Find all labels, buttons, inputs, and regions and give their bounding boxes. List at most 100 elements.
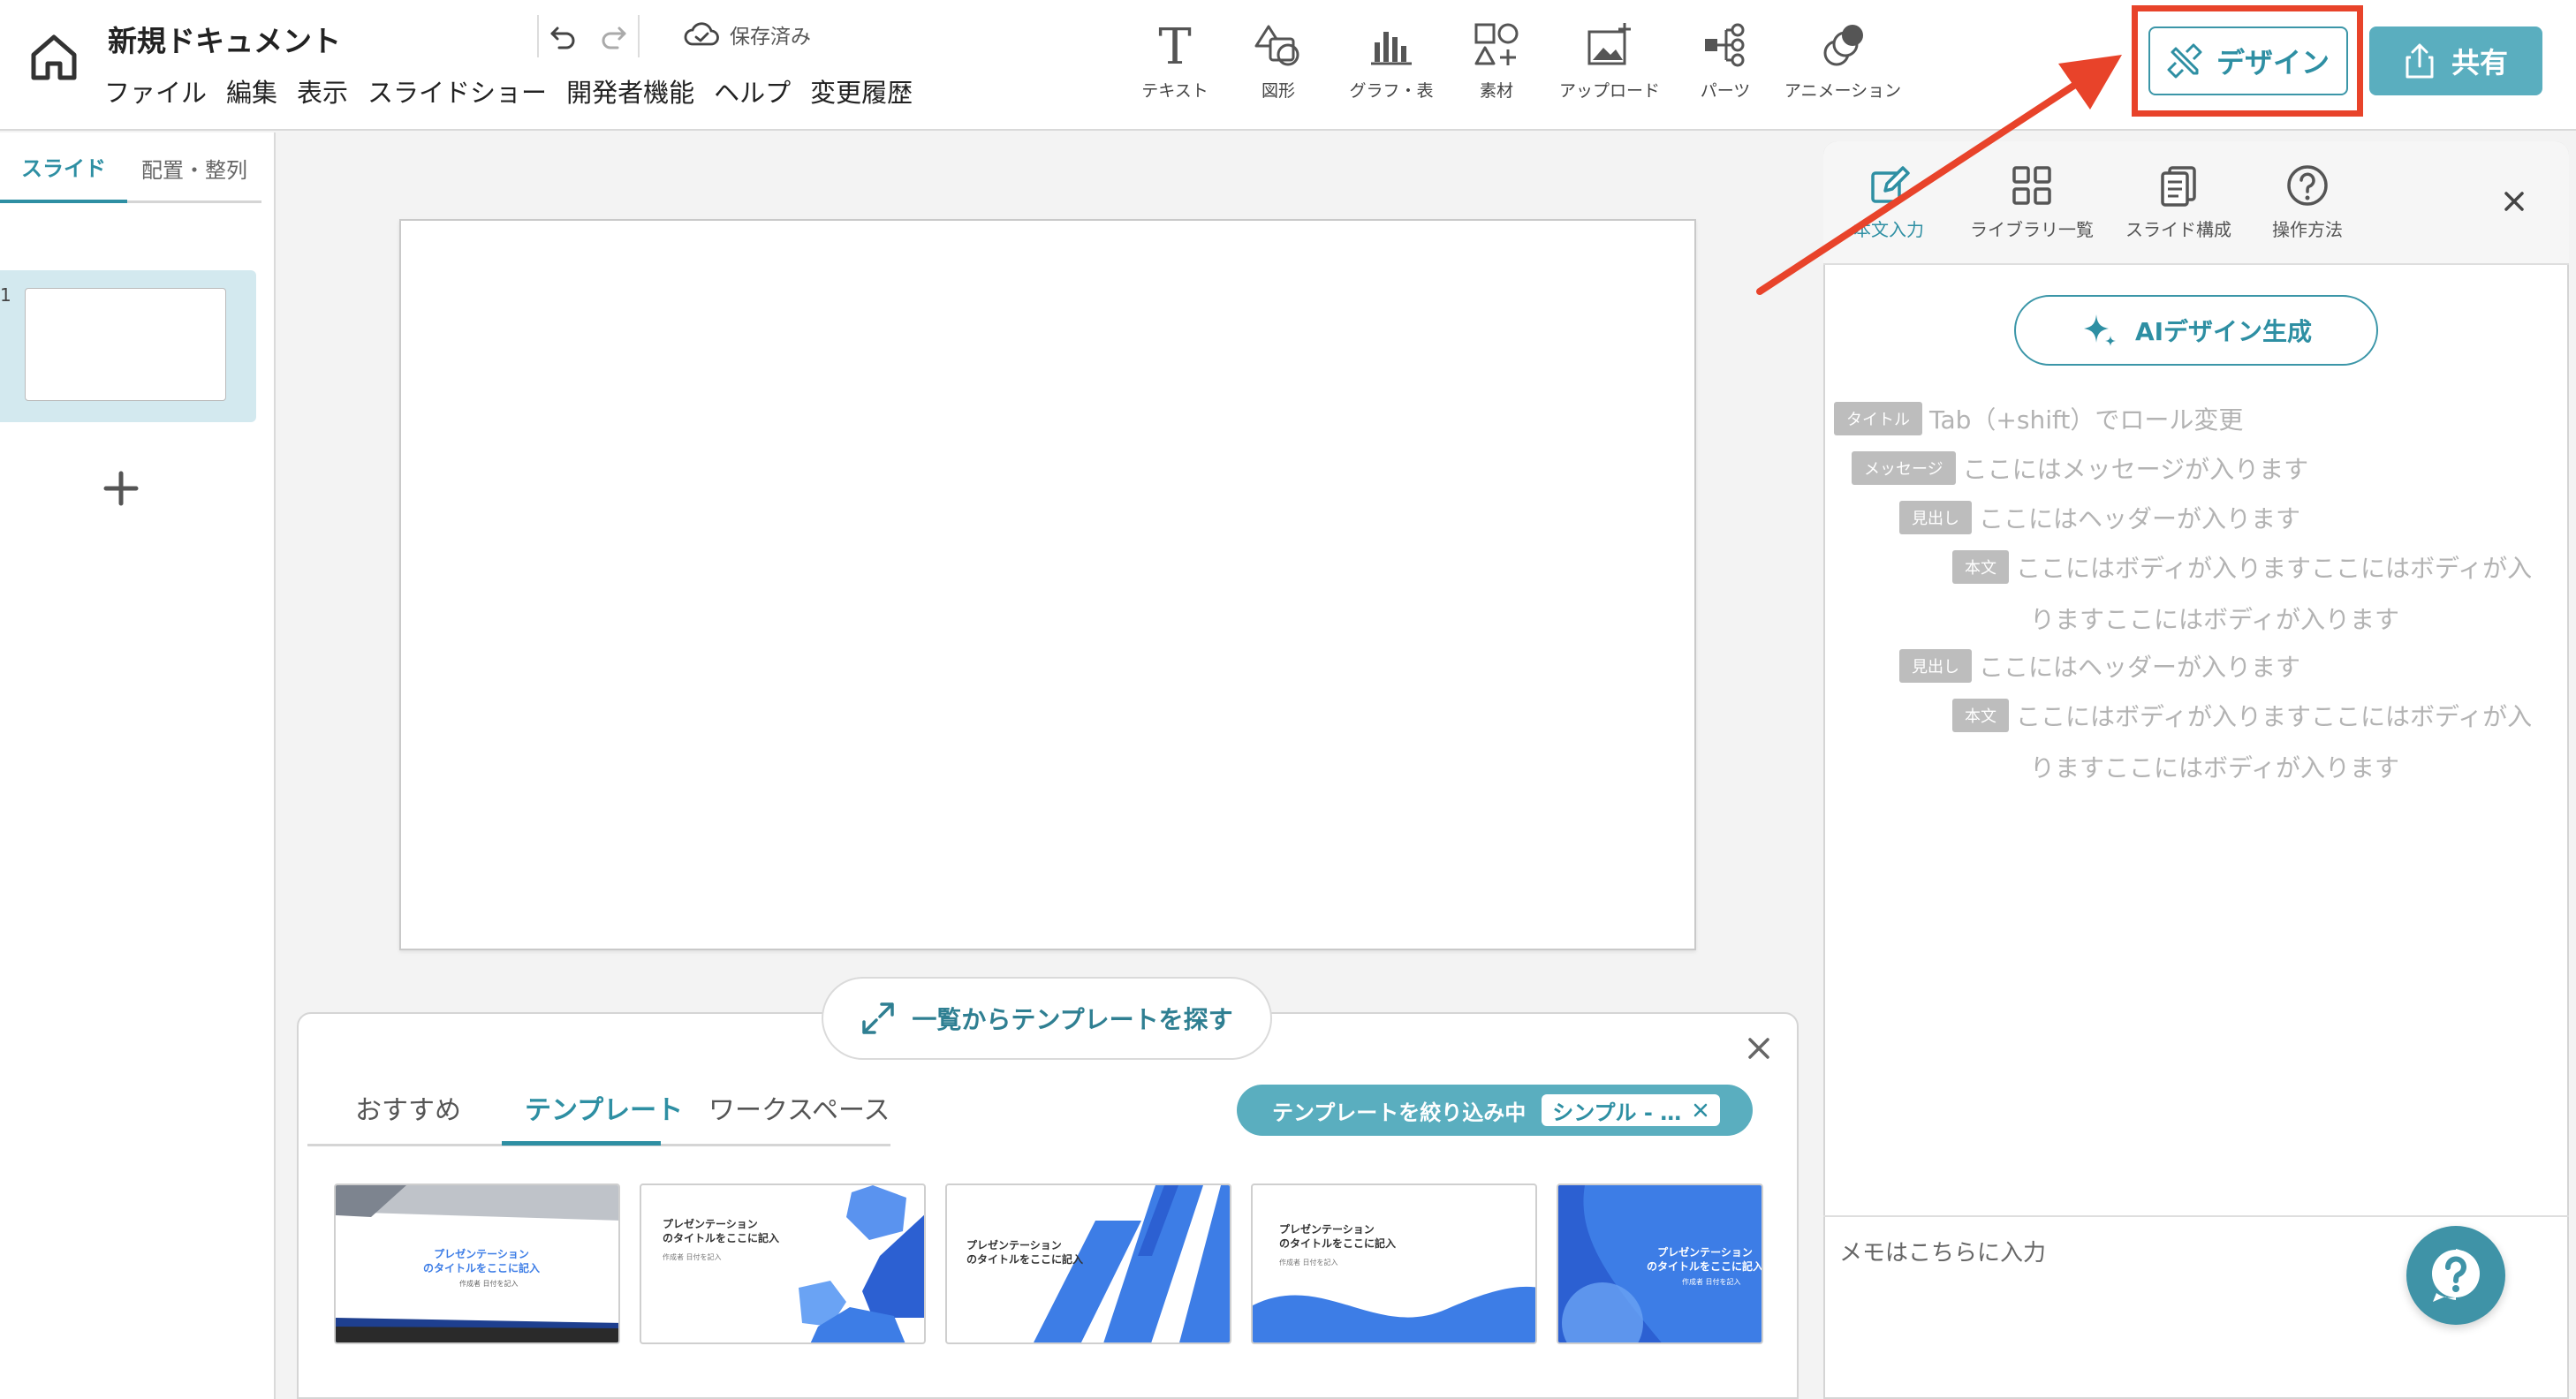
template-tabs: おすすめ テンプレート ワークスペース bbox=[307, 1072, 890, 1146]
template-title: プレゼンテーション のタイトルをここに記入 bbox=[422, 1248, 540, 1274]
outline-text[interactable]: ここにはボディが入りますここにはボディが入 bbox=[2016, 698, 2532, 733]
redo-icon[interactable] bbox=[588, 15, 638, 57]
outline-text[interactable]: ここにはボディが入りますここにはボディが入 bbox=[2016, 549, 2532, 585]
template-title: プレゼンテーション のタイトルをここに記入 bbox=[966, 1239, 1084, 1266]
outline-text[interactable]: ここにはヘッダーが入ります bbox=[1979, 648, 2300, 684]
filter-tag[interactable]: シンプル - … bbox=[1542, 1094, 1721, 1126]
outline-text-continued[interactable]: りますここにはボディが入ります bbox=[2030, 749, 2399, 784]
home-icon[interactable] bbox=[27, 30, 81, 85]
expand-icon bbox=[862, 1002, 895, 1034]
close-icon[interactable] bbox=[1692, 1101, 1709, 1119]
menu-slideshow[interactable]: スライドショー bbox=[367, 72, 547, 110]
ai-design-button[interactable]: AIデザイン生成 bbox=[2014, 295, 2378, 366]
menu-history[interactable]: 変更履歴 bbox=[810, 72, 913, 110]
animation-icon bbox=[1823, 25, 1863, 66]
role-badge[interactable]: 見出し bbox=[1899, 501, 1972, 534]
save-status-label: 保存済み bbox=[730, 26, 811, 49]
outline-line[interactable]: 見出し ここにはヘッダーが入ります bbox=[1899, 648, 2300, 684]
pages-icon bbox=[2161, 166, 2196, 207]
menu-help[interactable]: ヘルプ bbox=[714, 72, 791, 110]
shapes-icon bbox=[1254, 25, 1299, 66]
slides-panel: スライド 配置・整列 1 bbox=[0, 132, 276, 1399]
menu-file[interactable]: ファイル bbox=[104, 72, 207, 110]
outline-line[interactable]: 見出し ここにはヘッダーが入ります bbox=[1899, 500, 2300, 535]
close-icon[interactable] bbox=[1740, 1030, 1777, 1067]
tool-upload[interactable]: アップロード bbox=[1549, 19, 1670, 102]
role-badge[interactable]: メッセージ bbox=[1852, 451, 1956, 485]
template-card[interactable]: プレゼンテーション のタイトルをここに記入 bbox=[945, 1183, 1231, 1344]
template-card[interactable]: プレゼンテーション のタイトルをここに記入 作成者 日付を記入 bbox=[1557, 1183, 1763, 1344]
slide-thumbnail[interactable] bbox=[25, 288, 226, 401]
insert-toolbar: T テキスト 図形 グラフ・表 素材 アップロード パーツ アニメーション bbox=[1133, 19, 1905, 102]
tool-animation[interactable]: アニメーション bbox=[1781, 19, 1905, 102]
svg-text:T: T bbox=[1158, 19, 1191, 71]
template-subtitle: 作成者 日付を記入 bbox=[1682, 1278, 1741, 1286]
template-title: プレゼンテーション のタイトルをここに記入 bbox=[1279, 1223, 1397, 1250]
menu-view[interactable]: 表示 bbox=[297, 72, 348, 110]
outline-line[interactable]: メッセージ ここにはメッセージが入ります bbox=[1852, 450, 2308, 486]
outline-text[interactable]: Tab（+shift）でロール変更 bbox=[1929, 401, 2243, 436]
tab-how-to[interactable]: 操作方法 bbox=[2272, 163, 2343, 241]
tab-slides[interactable]: スライド bbox=[0, 132, 127, 203]
undo-icon[interactable] bbox=[539, 15, 588, 57]
help-chat-icon bbox=[2432, 1249, 2480, 1302]
filter-label: テンプレートを絞り込み中 bbox=[1272, 1100, 1527, 1125]
template-filter-chip[interactable]: テンプレートを絞り込み中 シンプル - … bbox=[1237, 1085, 1753, 1136]
assets-icon bbox=[1474, 23, 1519, 65]
menu-edit[interactable]: 編集 bbox=[226, 72, 277, 110]
memo-placeholder: メモはこちらに入力 bbox=[1839, 1240, 2047, 1267]
tab-templates[interactable]: テンプレート bbox=[525, 1088, 683, 1127]
document-title[interactable]: 新規ドキュメント bbox=[108, 18, 341, 60]
question-icon bbox=[2287, 165, 2328, 206]
menu-developer[interactable]: 開発者機能 bbox=[566, 72, 694, 110]
role-badge[interactable]: 本文 bbox=[1952, 550, 2009, 584]
outline-text-continued[interactable]: りますここにはボディが入ります bbox=[2030, 601, 2399, 636]
template-subtitle: 作成者 日付を記入 bbox=[459, 1280, 519, 1288]
find-template-button[interactable]: 一覧からテンプレートを探す bbox=[822, 977, 1272, 1060]
add-slide-icon[interactable] bbox=[99, 466, 143, 510]
share-icon bbox=[2406, 43, 2434, 79]
tab-library[interactable]: ライブラリ一覧 bbox=[1970, 163, 2094, 241]
filter-tag-label: シンプル - … bbox=[1552, 1100, 1682, 1125]
outline-line[interactable]: 本文 ここにはボディが入りますここにはボディが入 bbox=[1952, 698, 2532, 733]
divider bbox=[638, 15, 640, 57]
template-title: プレゼンテーション のタイトルをここに記入 bbox=[663, 1218, 780, 1244]
tool-parts[interactable]: パーツ bbox=[1670, 19, 1781, 102]
outline-line[interactable]: 本文 ここにはボディが入りますここにはボディが入 bbox=[1952, 549, 2532, 585]
cloud-check-icon bbox=[684, 22, 719, 46]
text-icon: T bbox=[1158, 19, 1191, 71]
template-card[interactable]: プレゼンテーション のタイトルをここに記入 作成者 日付を記入 bbox=[640, 1183, 926, 1344]
outline-text[interactable]: ここにはヘッダーが入ります bbox=[1979, 500, 2300, 535]
outline-line[interactable]: タイトル Tab（+shift）でロール変更 bbox=[1834, 401, 2243, 436]
template-title: プレゼンテーション のタイトルをここに記入 bbox=[1646, 1246, 1763, 1273]
template-thumbnail bbox=[799, 1185, 924, 1342]
outline-text[interactable]: ここにはメッセージが入ります bbox=[1963, 450, 2308, 486]
template-card[interactable]: プレゼンテーション のタイトルをここに記入 作成者 日付を記入 bbox=[334, 1183, 620, 1344]
slide-number: 1 bbox=[0, 284, 11, 306]
tool-assets[interactable]: 素材 bbox=[1443, 19, 1549, 102]
tool-text[interactable]: T テキスト bbox=[1133, 19, 1217, 102]
share-button-label: 共有 bbox=[2451, 46, 2508, 79]
template-card[interactable]: プレゼンテーション のタイトルをここに記入 作成者 日付を記入 bbox=[1251, 1183, 1537, 1344]
tab-slide-structure[interactable]: スライド構成 bbox=[2125, 163, 2231, 241]
close-icon[interactable] bbox=[2498, 185, 2530, 217]
sparkle-icon bbox=[2083, 314, 2116, 346]
menu-bar: ファイル 編集 表示 スライドショー 開発者機能 ヘルプ 変更履歴 bbox=[104, 72, 913, 110]
role-badge[interactable]: 見出し bbox=[1899, 649, 1972, 683]
role-badge[interactable]: 本文 bbox=[1952, 699, 2009, 732]
ai-design-label: AIデザイン生成 bbox=[2134, 317, 2313, 346]
tool-chart[interactable]: グラフ・表 bbox=[1339, 19, 1443, 102]
tab-arrange[interactable]: 配置・整列 bbox=[127, 132, 261, 203]
slide-canvas[interactable] bbox=[399, 219, 1696, 950]
template-subtitle: 作成者 日付を記入 bbox=[663, 1253, 722, 1261]
parts-icon bbox=[1705, 23, 1745, 67]
grid-icon bbox=[2012, 166, 2051, 205]
share-button[interactable]: 共有 bbox=[2369, 26, 2542, 95]
help-chat-button[interactable] bbox=[2406, 1226, 2505, 1325]
undo-redo-group bbox=[537, 14, 640, 58]
tab-recommended[interactable]: おすすめ bbox=[355, 1088, 461, 1127]
role-badge[interactable]: タイトル bbox=[1834, 402, 1922, 435]
tab-workspace[interactable]: ワークスペース bbox=[708, 1088, 890, 1127]
tool-shapes[interactable]: 図形 bbox=[1217, 19, 1339, 102]
tab-body-input[interactable]: 本文入力 bbox=[1853, 163, 1924, 241]
